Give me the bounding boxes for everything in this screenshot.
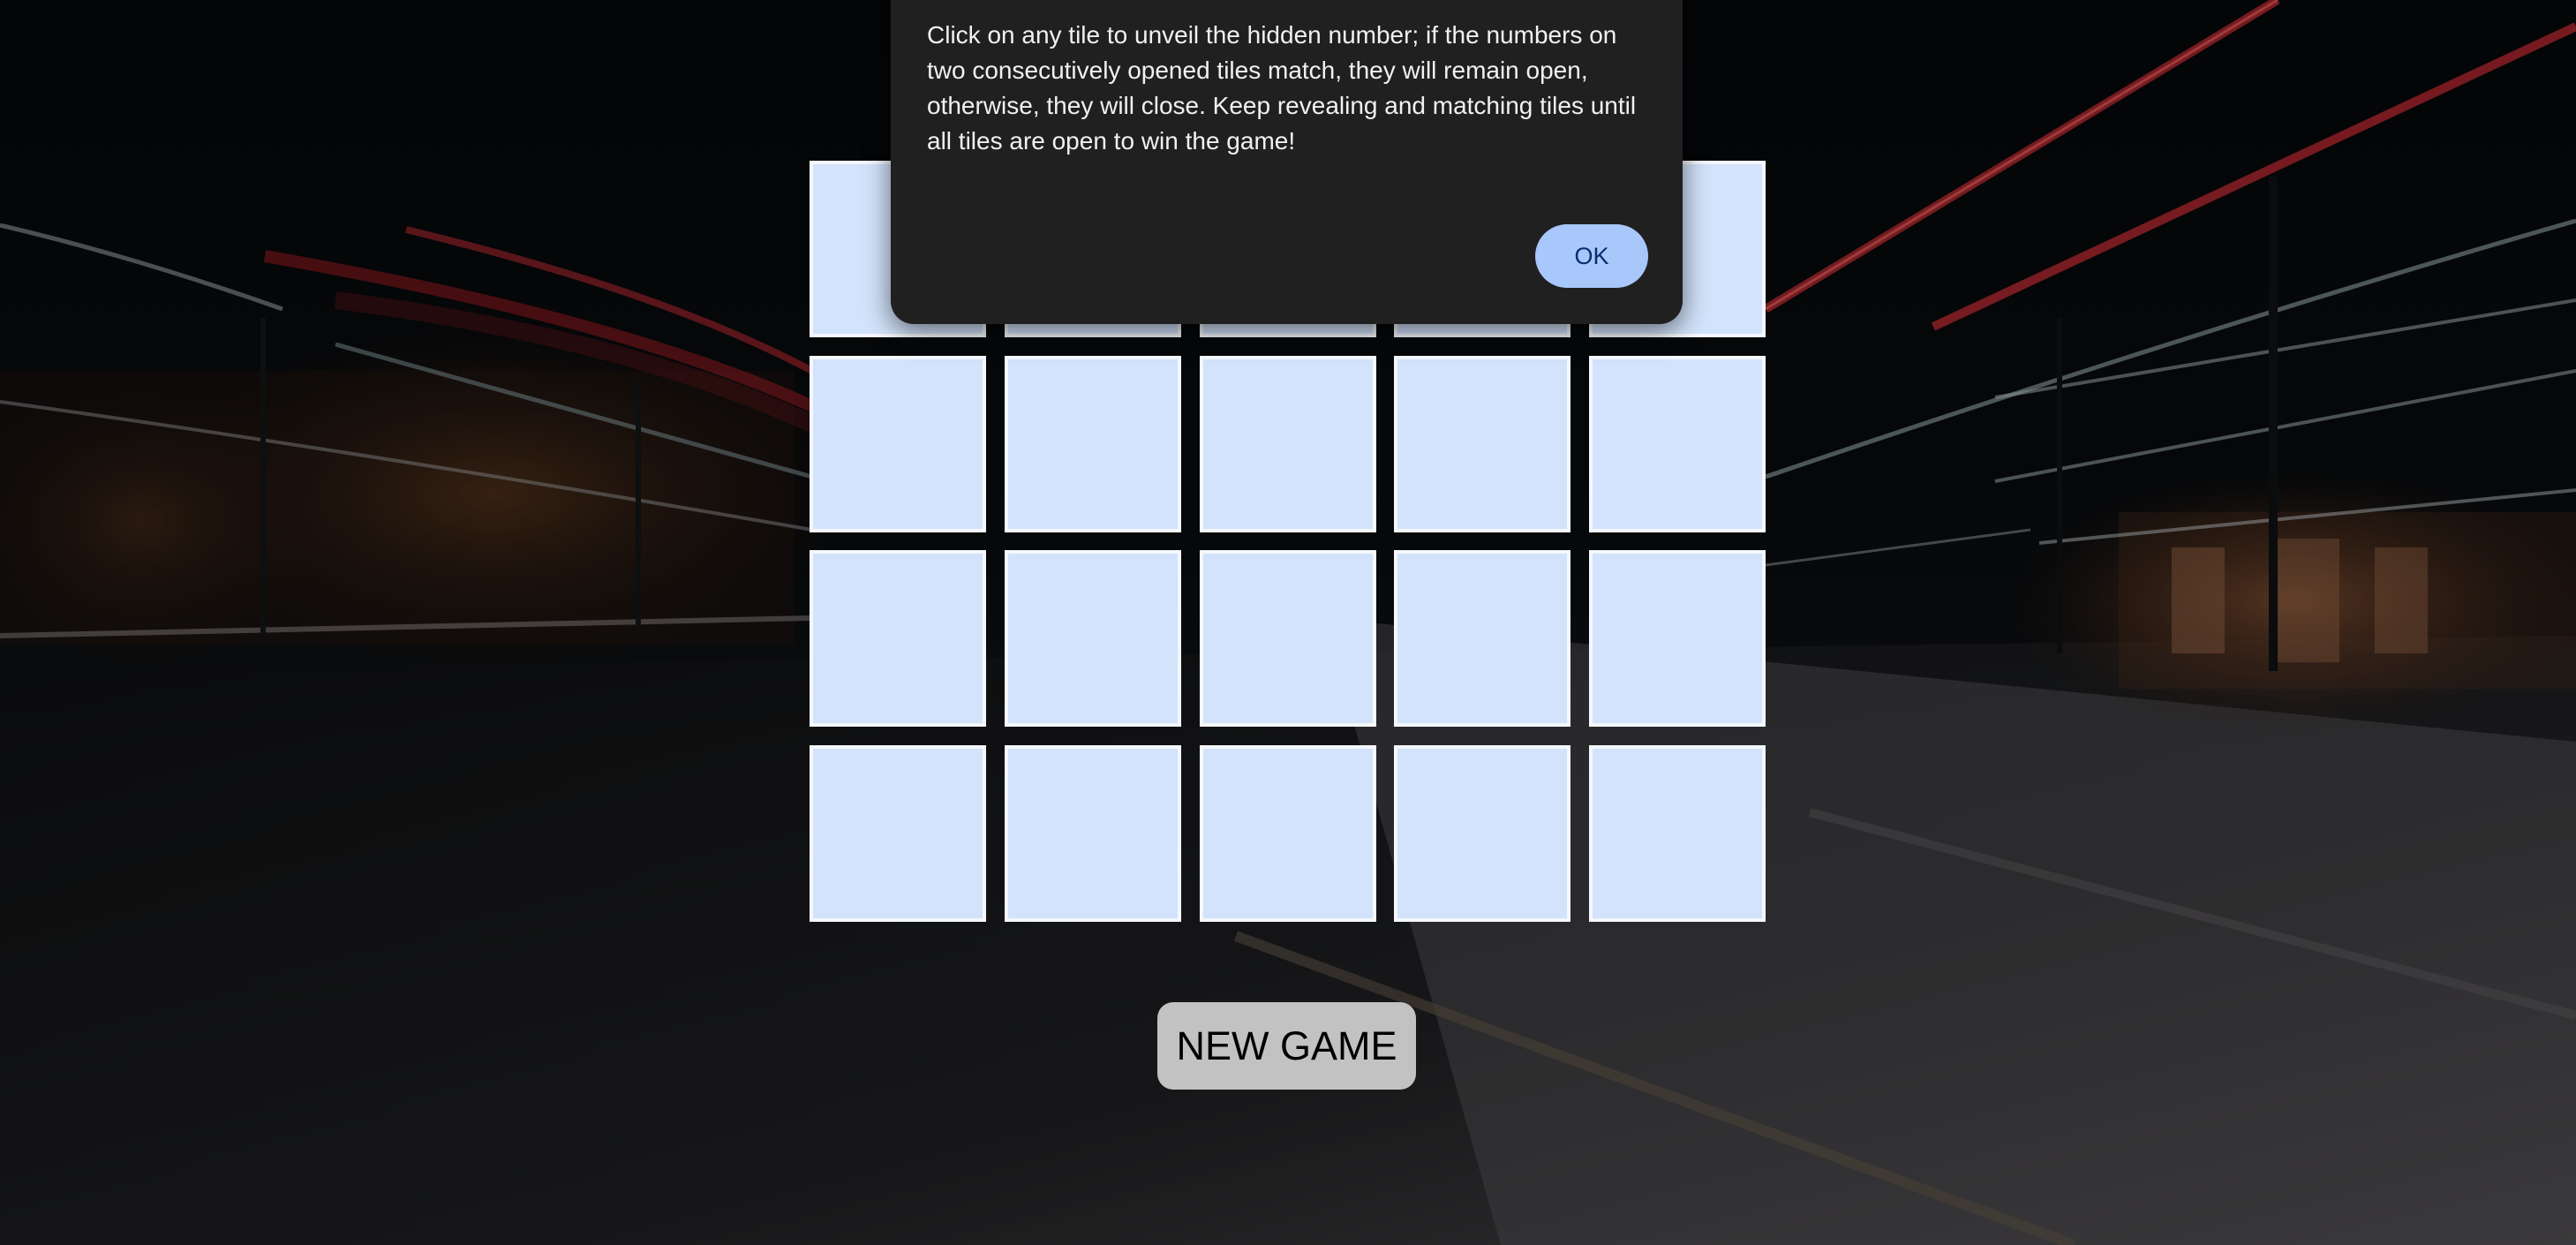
game-screen: NEW GAME Click on any tile to unveil the… <box>0 0 2576 1245</box>
tile[interactable] <box>810 744 986 922</box>
tile[interactable] <box>810 550 986 728</box>
tile[interactable] <box>1589 550 1766 728</box>
tile[interactable] <box>1589 744 1766 922</box>
tile[interactable] <box>1004 355 1181 532</box>
tile[interactable] <box>1589 355 1766 532</box>
tile[interactable] <box>1199 744 1376 922</box>
instructions-message: Click on any tile to unveil the hidden n… <box>927 21 1637 155</box>
tile[interactable] <box>1199 550 1376 728</box>
tile[interactable] <box>1394 550 1571 728</box>
instructions-dialog: Click on any tile to unveil the hidden n… <box>891 0 1683 324</box>
tile[interactable] <box>1394 744 1571 922</box>
tile[interactable] <box>1004 550 1181 728</box>
tile[interactable] <box>1199 355 1376 532</box>
new-game-button[interactable]: NEW GAME <box>1157 1002 1416 1090</box>
ok-button[interactable]: OK <box>1535 224 1648 288</box>
tile[interactable] <box>1394 355 1571 532</box>
tile[interactable] <box>1004 744 1181 922</box>
tile[interactable] <box>810 355 986 532</box>
